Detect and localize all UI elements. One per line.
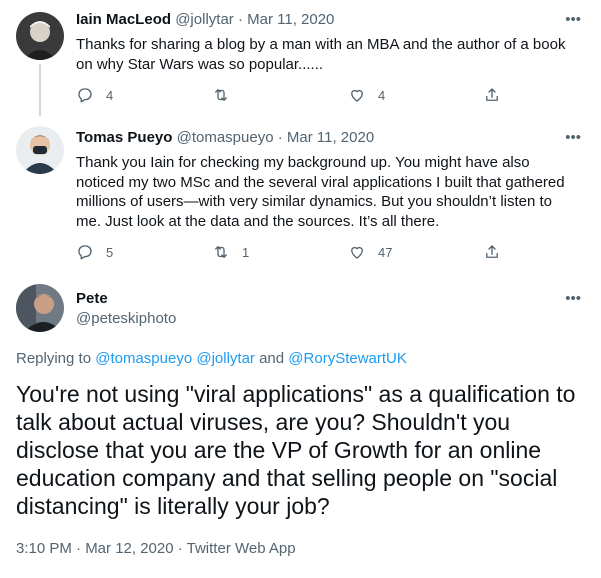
tweet-header: Tomas Pueyo @tomaspueyo · Mar 11, 2020 bbox=[76, 128, 374, 148]
mention-jollytar[interactable]: @jollytar bbox=[196, 350, 255, 367]
share-icon bbox=[486, 88, 498, 101]
replying-prefix: Replying to bbox=[16, 350, 92, 367]
share-button[interactable] bbox=[483, 243, 501, 261]
reply-count: 4 bbox=[106, 87, 114, 103]
tweet-date[interactable]: Mar 11, 2020 bbox=[247, 11, 334, 28]
tweet-text: Thanks for sharing a blog by a man with … bbox=[76, 36, 566, 73]
reply-count: 5 bbox=[106, 244, 114, 260]
like-icon bbox=[351, 89, 363, 102]
display-name[interactable]: Pete bbox=[76, 290, 108, 307]
tweet-header: Iain MacLeod @jollytar · Mar 11, 2020 bbox=[76, 10, 334, 30]
separator-dot: · bbox=[277, 129, 283, 146]
reply-button[interactable]: 5 bbox=[76, 243, 113, 261]
retweet-icon bbox=[215, 246, 227, 258]
like-button[interactable]: 47 bbox=[348, 243, 392, 261]
user-handle[interactable]: @jollytar bbox=[175, 11, 234, 28]
author-handle-block: @peteskiphoto bbox=[76, 309, 176, 329]
share-icon bbox=[486, 245, 498, 258]
retweet-button[interactable]: 1 bbox=[212, 243, 249, 261]
reply-button[interactable]: 4 bbox=[76, 86, 113, 104]
display-name[interactable]: Tomas Pueyo bbox=[76, 129, 172, 146]
tweet-timestamp[interactable]: 3:10 PM · Mar 12, 2020 · Twitter Web App bbox=[16, 540, 296, 557]
author-name-block: Pete bbox=[76, 289, 108, 309]
retweet-count: 1 bbox=[242, 244, 250, 260]
tweet-actions: 4 4 bbox=[76, 86, 526, 106]
retweet-icon bbox=[215, 89, 227, 101]
more-options-icon[interactable]: ••• bbox=[565, 289, 581, 309]
mention-tomaspueyo[interactable]: @tomaspueyo bbox=[95, 350, 192, 367]
mention-rorystewartuk[interactable]: @RoryStewartUK bbox=[288, 350, 407, 367]
avatar-image bbox=[16, 126, 64, 174]
thread-line bbox=[39, 64, 41, 116]
retweet-button[interactable] bbox=[212, 86, 242, 104]
avatar-image bbox=[16, 284, 64, 332]
tweet-date[interactable]: Mar 11, 2020 bbox=[287, 129, 374, 146]
tweet-tomas-pueyo[interactable]: Tomas Pueyo @tomaspueyo · Mar 11, 2020 •… bbox=[0, 112, 601, 272]
like-count: 4 bbox=[378, 87, 386, 103]
separator-dot: · bbox=[237, 11, 243, 28]
more-options-icon[interactable]: ••• bbox=[565, 10, 581, 30]
tweet-text: Thank you Iain for checking my backgroun… bbox=[76, 154, 565, 230]
more-options-icon[interactable]: ••• bbox=[565, 128, 581, 148]
avatar-image bbox=[16, 12, 64, 60]
avatar[interactable] bbox=[16, 126, 64, 174]
share-button[interactable] bbox=[483, 86, 501, 104]
replying-to-line: Replying to @tomaspueyo @jollytar and @R… bbox=[16, 350, 407, 367]
display-name[interactable]: Iain MacLeod bbox=[76, 11, 171, 28]
reply-icon bbox=[78, 88, 92, 103]
avatar[interactable] bbox=[16, 284, 64, 332]
mention-separator: and bbox=[254, 350, 289, 367]
tweet-iain-macleod[interactable]: Iain MacLeod @jollytar · Mar 11, 2020 ••… bbox=[0, 0, 601, 116]
user-handle[interactable]: @tomaspueyo bbox=[177, 129, 274, 146]
like-button[interactable]: 4 bbox=[348, 86, 385, 104]
avatar[interactable] bbox=[16, 12, 64, 60]
like-count: 47 bbox=[378, 244, 393, 260]
tweet-actions: 5 1 47 bbox=[76, 243, 526, 263]
reply-icon bbox=[78, 245, 92, 260]
main-tweet-text: You're not using "viral applications" as… bbox=[16, 381, 576, 519]
user-handle[interactable]: @peteskiphoto bbox=[76, 310, 176, 327]
like-icon bbox=[351, 246, 363, 259]
